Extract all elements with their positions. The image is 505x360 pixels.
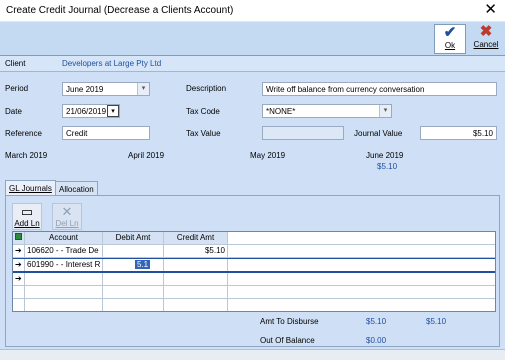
gl-journals-grid[interactable]: Account Debit Amt Credit Amt ➔ 106620 - … (12, 231, 496, 312)
x-icon: ✖ (479, 23, 493, 40)
amt-to-disburse-value: $5.10 (366, 317, 387, 326)
cell-credit[interactable] (164, 286, 228, 298)
cell-credit[interactable] (164, 259, 228, 271)
row-pointer-icon: ➔ (13, 259, 25, 271)
add-line-button[interactable]: ▭ Add Ln (12, 203, 42, 230)
cell-account[interactable] (25, 286, 103, 298)
client-value[interactable]: Developers at Large Pty Ltd (62, 59, 161, 68)
chevron-down-icon[interactable]: ▾ (137, 83, 149, 95)
taxcode-select[interactable]: *NONE* ▾ (262, 104, 392, 118)
reference-value: Credit (66, 129, 88, 138)
taxcode-value: *NONE* (266, 107, 296, 116)
amt-to-disburse-value-2: $5.10 (426, 317, 447, 326)
reference-label: Reference (5, 129, 42, 138)
grid-header-row: Account Debit Amt Credit Amt (13, 232, 495, 245)
tab-allocation-label: Allocation (59, 185, 94, 194)
add-line-icon: ▭ (20, 204, 34, 219)
row-selector (13, 286, 25, 298)
row-selector (13, 299, 25, 311)
month-june: June 2019 (366, 151, 404, 160)
period-value: June 2019 (66, 85, 104, 94)
client-label: Client (5, 59, 26, 68)
journalvalue-value: $5.10 (472, 129, 493, 138)
date-label: Date (5, 107, 22, 116)
tab-gl-journals-label: GL Journals (9, 184, 52, 193)
delete-line-icon: ✕ (61, 204, 73, 219)
grid-settings-icon[interactable] (15, 233, 22, 240)
cell-debit[interactable] (103, 286, 164, 298)
cell-account[interactable] (25, 299, 103, 311)
amt-to-disburse-label: Amt To Disburse (260, 317, 319, 326)
chevron-down-icon[interactable]: ▾ (379, 105, 391, 117)
ok-label: Ok (444, 41, 456, 50)
june-amount: $5.10 (377, 162, 398, 171)
reference-field[interactable]: Credit (62, 126, 150, 140)
cell-account[interactable]: 601990 - - Interest R (25, 259, 103, 271)
date-value: 21/06/2019 (66, 107, 107, 116)
window-title: Create Credit Journal (Decrease a Client… (6, 5, 234, 16)
description-value: Write off balance from currency conversa… (266, 85, 425, 94)
row-pointer-icon: ➔ (13, 273, 25, 285)
out-of-balance-value: $0.00 (366, 336, 387, 345)
journalvalue-field[interactable]: $5.10 (420, 126, 497, 140)
cell-account[interactable] (25, 273, 103, 285)
taxvalue-label: Tax Value (186, 129, 221, 138)
checkmark-icon: ✔ (443, 24, 457, 41)
journalvalue-label: Journal Value (354, 129, 403, 138)
cell-credit[interactable]: $5.10 (164, 245, 228, 257)
debit-edit-value[interactable]: 5.1 (135, 260, 151, 269)
cell-debit[interactable] (103, 273, 164, 285)
calendar-dropdown-icon[interactable]: ▾ (107, 105, 119, 117)
cell-credit[interactable] (164, 273, 228, 285)
add-line-label: Add Ln (14, 219, 40, 228)
column-header-credit[interactable]: Credit Amt (164, 232, 228, 244)
tab-gl-journals[interactable]: GL Journals (5, 180, 56, 196)
delete-line-label: Del Ln (55, 219, 79, 228)
table-row-empty[interactable] (13, 286, 495, 299)
client-row: Client Developers at Large Pty Ltd (0, 56, 505, 72)
column-header-account[interactable]: Account (25, 232, 103, 244)
cancel-button[interactable]: ✖ Cancel (470, 24, 502, 54)
table-row-empty[interactable]: ➔ (13, 273, 495, 286)
status-bar (0, 349, 505, 360)
cell-debit-editing[interactable]: 5.1 (103, 259, 164, 271)
title-bar: Create Credit Journal (Decrease a Client… (0, 0, 505, 22)
delete-line-button[interactable]: ✕ Del Ln (52, 203, 82, 230)
grid-corner (13, 232, 25, 244)
period-select[interactable]: June 2019 ▾ (62, 82, 150, 96)
column-header-debit[interactable]: Debit Amt (103, 232, 164, 244)
table-row[interactable]: ➔ 106620 - - Trade De $5.10 (13, 245, 495, 258)
cell-debit[interactable] (103, 245, 164, 257)
tab-allocation[interactable]: Allocation (55, 181, 98, 196)
description-field[interactable]: Write off balance from currency conversa… (262, 82, 497, 96)
toolbar: ✔ Ok ✖ Cancel (0, 22, 505, 56)
taxvalue-field (262, 126, 344, 140)
out-of-balance-label: Out Of Balance (260, 336, 315, 345)
date-field[interactable]: 21/06/2019 ▾ (62, 104, 120, 118)
cell-debit[interactable] (103, 299, 164, 311)
cancel-label: Cancel (473, 40, 499, 49)
month-may: May 2019 (250, 151, 286, 160)
month-april: April 2019 (128, 151, 165, 160)
close-icon[interactable]: ✕ (484, 1, 497, 19)
month-march: March 2019 (5, 151, 48, 160)
ok-button[interactable]: ✔ Ok (434, 24, 466, 54)
taxcode-label: Tax Code (186, 107, 220, 116)
table-row-empty[interactable] (13, 299, 495, 312)
create-credit-journal-window: Create Credit Journal (Decrease a Client… (0, 0, 505, 360)
table-row-selected[interactable]: ➔ 601990 - - Interest R 5.1 (13, 258, 495, 273)
cell-account[interactable]: 106620 - - Trade De (25, 245, 103, 257)
period-label: Period (5, 84, 29, 93)
row-pointer-icon: ➔ (13, 245, 25, 257)
description-label: Description (186, 84, 227, 93)
cell-credit[interactable] (164, 299, 228, 311)
